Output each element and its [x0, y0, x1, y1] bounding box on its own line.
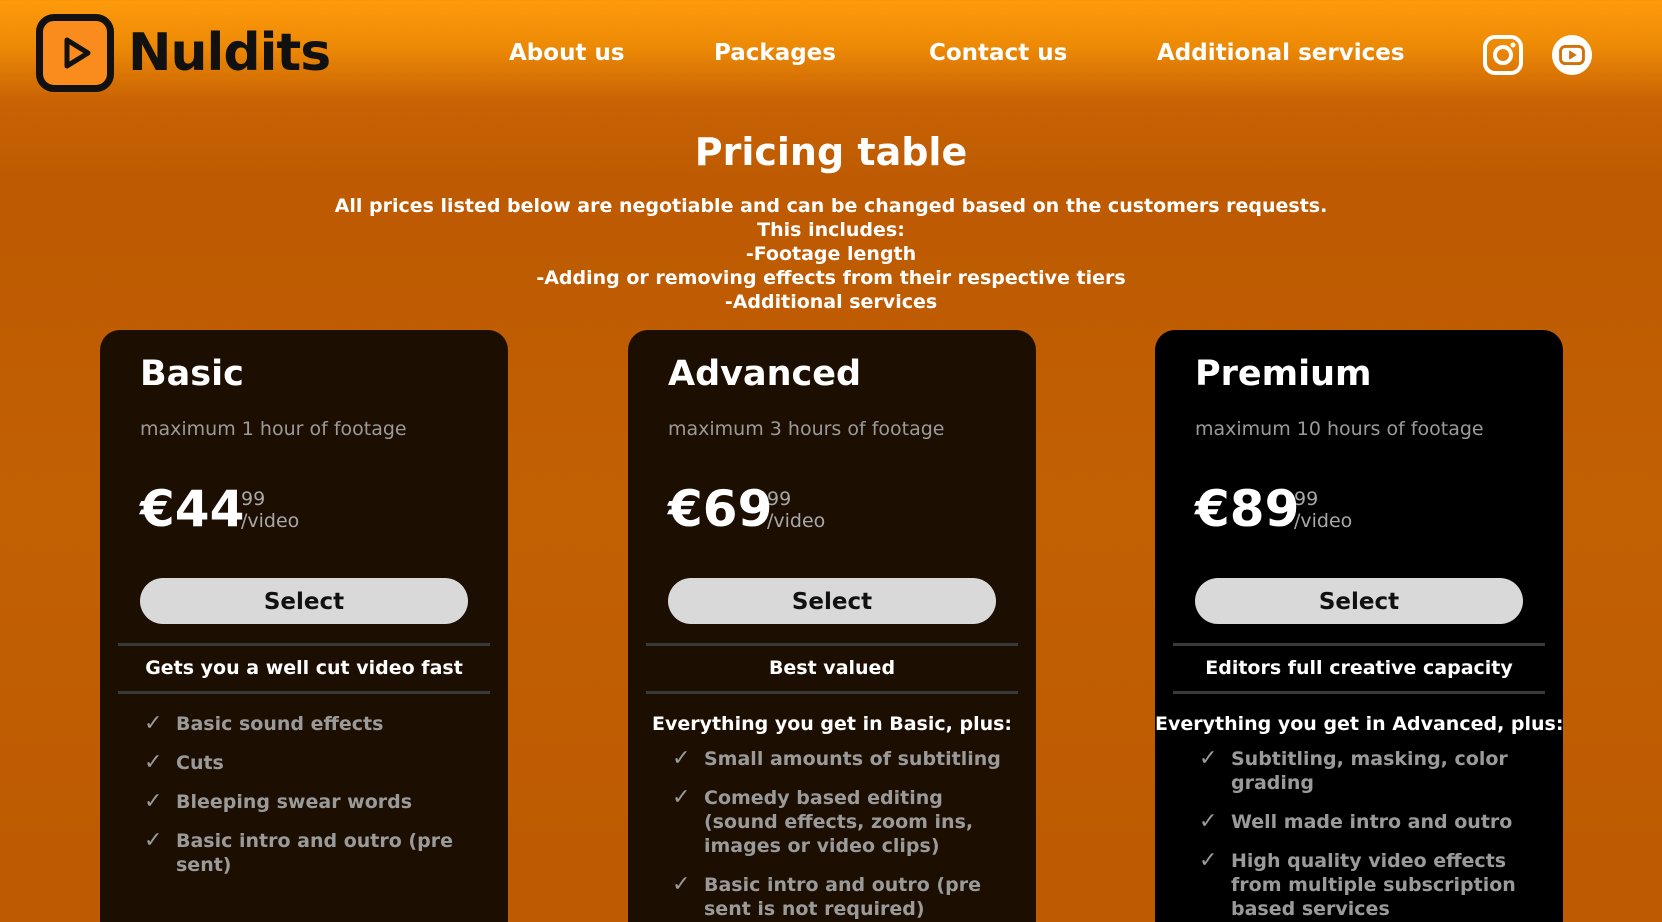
- divider: [1173, 643, 1545, 646]
- divider: [646, 643, 1018, 646]
- nav-packages[interactable]: Packages: [714, 40, 836, 66]
- plan-card-basic: Basic maximum 1 hour of footage €44 99 /…: [100, 330, 508, 922]
- plan-tagline: Editors full creative capacity: [1205, 657, 1513, 679]
- feature-item: ✓ Basic intro and outro (pre sent): [144, 828, 453, 877]
- page-title: Pricing table: [694, 130, 968, 174]
- youtube-icon[interactable]: [1551, 34, 1593, 76]
- plan-card-premium: Premium maximum 10 hours of footage €89 …: [1155, 330, 1563, 922]
- nav-additional-services[interactable]: Additional services: [1157, 40, 1405, 66]
- plan-card-advanced: Advanced maximum 3 hours of footage €69 …: [628, 330, 1036, 922]
- note-line: This includes:: [757, 219, 905, 241]
- feature-item: ✓ Basic intro and outro (pre sent is not …: [672, 872, 981, 921]
- nav-about-us[interactable]: About us: [509, 40, 625, 66]
- check-icon: ✓: [1199, 809, 1218, 834]
- check-icon: ✓: [144, 750, 163, 775]
- instagram-icon[interactable]: [1482, 34, 1524, 76]
- feature-item: ✓ Comedy based editing (sound effects, zo…: [672, 785, 974, 858]
- check-icon: ✓: [1199, 746, 1218, 771]
- price-amount: €69: [668, 480, 773, 538]
- check-icon: ✓: [672, 785, 691, 810]
- plan-description: maximum 10 hours of footage: [1195, 418, 1484, 440]
- feature-item: ✓ Cuts: [144, 750, 224, 775]
- features-header: Everything you get in Basic, plus:: [651, 713, 1013, 735]
- check-icon: ✓: [144, 789, 163, 814]
- feature-item: ✓ Well made intro and outro: [1199, 809, 1513, 834]
- select-basic-button[interactable]: Select: [140, 578, 468, 624]
- nav-contact-us[interactable]: Contact us: [929, 40, 1067, 66]
- feature-list: ✓ Basic sound effects ✓ Cuts ✓ Bleeping swe…: [100, 712, 508, 877]
- check-icon: ✓: [672, 872, 691, 897]
- price-amount: €44: [140, 480, 245, 538]
- select-advanced-button[interactable]: Select: [668, 578, 996, 624]
- divider: [646, 691, 1018, 694]
- main-nav: About us Packages Contact us Additional …: [0, 40, 1662, 70]
- note-line: -Adding or removing effects from their r…: [536, 267, 1126, 289]
- price-unit: /video: [767, 510, 826, 532]
- feature-item: ✓ Basic sound effects: [144, 711, 384, 736]
- plan-name: Advanced: [668, 354, 862, 394]
- divider: [118, 691, 490, 694]
- check-icon: ✓: [144, 711, 163, 736]
- feature-item: ✓ Subtitling, masking, color grading: [1199, 746, 1508, 795]
- feature-item: ✓ High quality video effects from multipl…: [1199, 848, 1516, 921]
- feature-section: ✓ Basic sound effects ✓ Cuts ✓ Bleeping swe…: [100, 712, 508, 892]
- check-icon: ✓: [1199, 848, 1218, 873]
- price-cents: 99: [241, 488, 266, 510]
- divider: [118, 643, 490, 646]
- feature-item: ✓ Bleeping swear words: [144, 789, 413, 814]
- plan-name: Basic: [140, 354, 244, 394]
- features-header: Everything you get in Advanced, plus:: [1155, 713, 1563, 735]
- feature-item: ✓ Small amounts of subtitling: [672, 746, 1001, 771]
- note-line: -Additional services: [724, 291, 938, 313]
- check-icon: ✓: [672, 746, 691, 771]
- price-cents: 99: [767, 488, 792, 510]
- feature-list: ✓ Subtitling, masking, color grading ✓ Wel…: [1155, 747, 1563, 921]
- price-unit: /video: [1294, 510, 1353, 532]
- price-unit: /video: [241, 510, 300, 532]
- site-header: Nuldits About us Packages Contact us Add…: [0, 0, 1662, 110]
- divider: [1173, 691, 1545, 694]
- feature-section: Everything you get in Advanced, plus: ✓ S…: [1155, 713, 1563, 922]
- note-line: All prices listed below are negotiable a…: [334, 195, 1328, 217]
- plan-description: maximum 1 hour of footage: [140, 418, 407, 440]
- price-cents: 99: [1294, 488, 1319, 510]
- check-icon: ✓: [144, 828, 163, 853]
- plan-description: maximum 3 hours of footage: [668, 418, 945, 440]
- price-amount: €89: [1195, 480, 1300, 538]
- feature-section: Everything you get in Basic, plus: ✓ Smal…: [628, 713, 1036, 922]
- plan-name: Premium: [1195, 354, 1372, 394]
- plan-tagline: Gets you a well cut video fast: [145, 657, 463, 679]
- plan-tagline: Best valued: [768, 657, 896, 679]
- pricing-note: All prices listed below are negotiable a…: [0, 194, 1662, 314]
- note-line: -Footage length: [745, 243, 917, 265]
- select-premium-button[interactable]: Select: [1195, 578, 1523, 624]
- feature-list: ✓ Small amounts of subtitling ✓ Comedy bas…: [628, 747, 1036, 921]
